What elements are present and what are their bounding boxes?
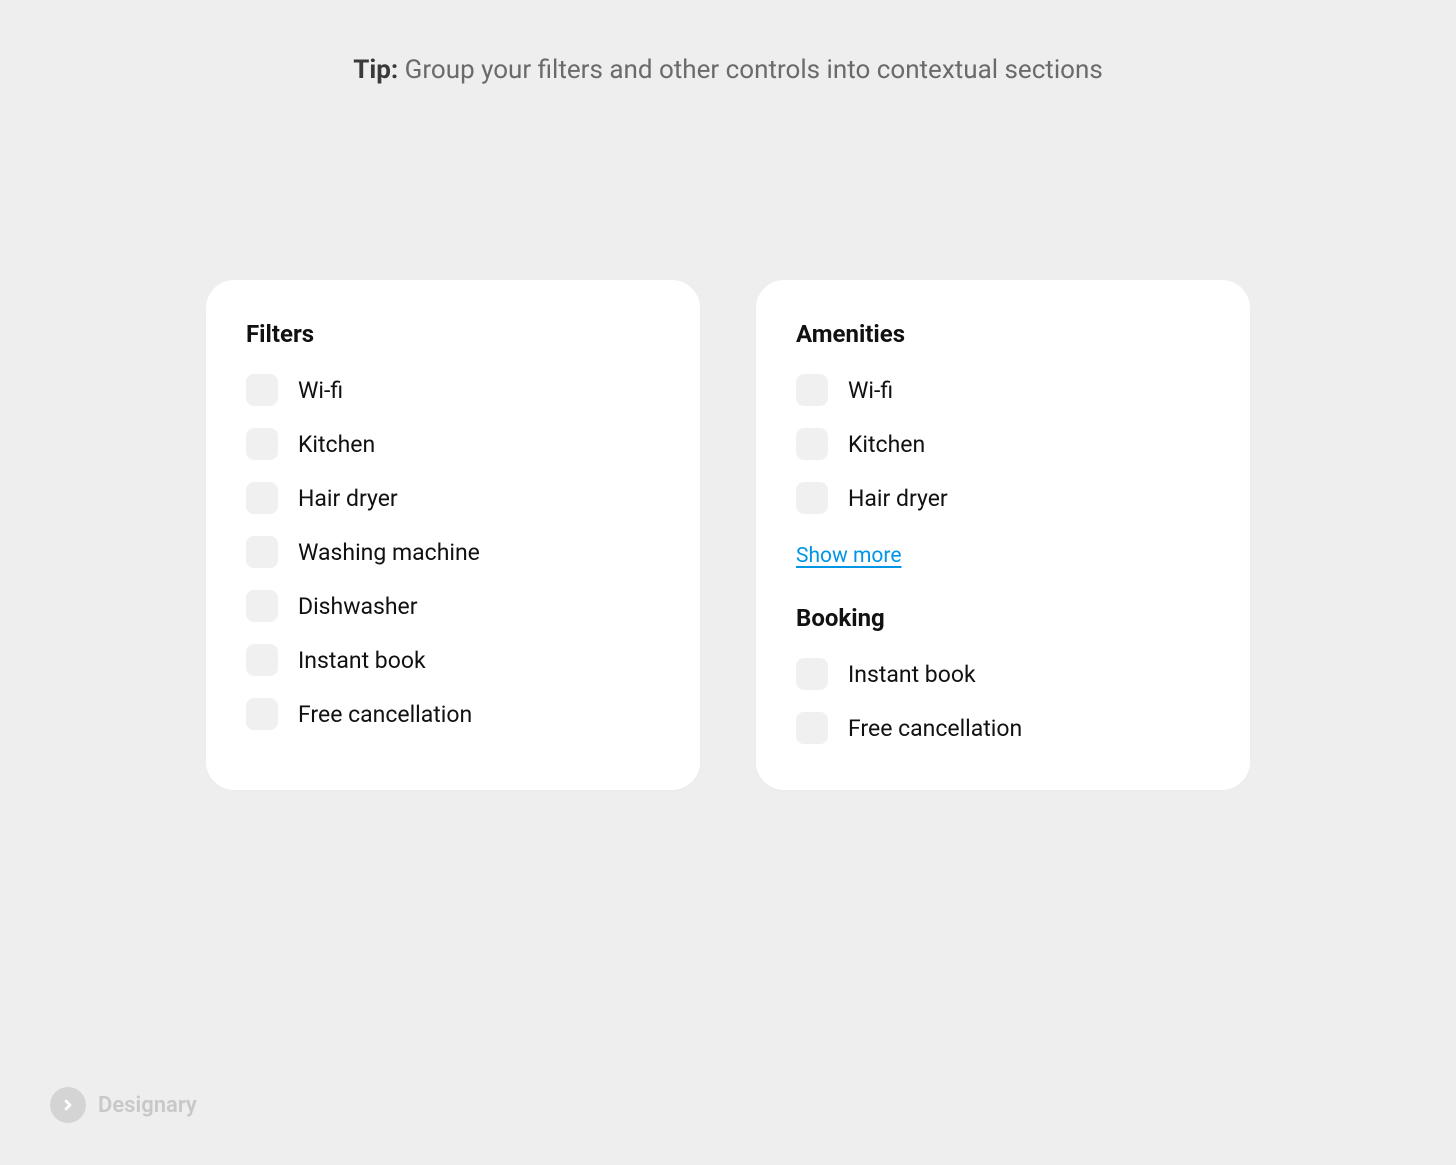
tip-prefix: Tip: <box>353 55 398 85</box>
amenity-row-hairdryer[interactable]: Hair dryer <box>796 482 1210 514</box>
checkbox-icon[interactable] <box>246 536 278 568</box>
booking-row-instant[interactable]: Instant book <box>796 658 1210 690</box>
checkbox-icon[interactable] <box>796 482 828 514</box>
filter-row-instant[interactable]: Instant book <box>246 644 660 676</box>
checkbox-icon[interactable] <box>796 712 828 744</box>
checkbox-icon[interactable] <box>246 374 278 406</box>
checkbox-icon[interactable] <box>246 590 278 622</box>
checkbox-icon[interactable] <box>246 698 278 730</box>
amenity-row-kitchen[interactable]: Kitchen <box>796 428 1210 460</box>
filter-row-washing[interactable]: Washing machine <box>246 536 660 568</box>
checkbox-label: Hair dryer <box>298 485 398 512</box>
checkbox-label: Dishwasher <box>298 593 418 620</box>
show-more-link[interactable]: Show more <box>796 544 901 568</box>
checkbox-icon[interactable] <box>796 658 828 690</box>
filter-row-hairdryer[interactable]: Hair dryer <box>246 482 660 514</box>
checkbox-label: Free cancellation <box>848 715 1022 742</box>
filter-row-cancellation[interactable]: Free cancellation <box>246 698 660 730</box>
checkbox-label: Hair dryer <box>848 485 948 512</box>
filters-title: Filters <box>246 320 660 348</box>
filter-row-kitchen[interactable]: Kitchen <box>246 428 660 460</box>
amenity-row-wifi[interactable]: Wi-fi <box>796 374 1210 406</box>
checkbox-icon[interactable] <box>246 482 278 514</box>
checkbox-label: Wi-fi <box>848 377 893 404</box>
checkbox-icon[interactable] <box>246 644 278 676</box>
checkbox-icon[interactable] <box>796 374 828 406</box>
checkbox-label: Instant book <box>848 661 976 688</box>
checkbox-label: Instant book <box>298 647 426 674</box>
brand-name: Designary <box>98 1093 197 1118</box>
brand-logo-icon <box>50 1087 86 1123</box>
amenities-title: Amenities <box>796 320 1210 348</box>
filters-card: Filters Wi-fi Kitchen Hair dryer Washing… <box>206 280 700 790</box>
brand: Designary <box>50 1087 197 1123</box>
checkbox-label: Washing machine <box>298 539 480 566</box>
booking-row-cancellation[interactable]: Free cancellation <box>796 712 1210 744</box>
tip-header: Tip: Group your filters and other contro… <box>0 0 1456 85</box>
booking-title: Booking <box>796 604 1210 632</box>
filter-row-wifi[interactable]: Wi-fi <box>246 374 660 406</box>
cards-row: Filters Wi-fi Kitchen Hair dryer Washing… <box>0 280 1456 790</box>
grouped-card: Amenities Wi-fi Kitchen Hair dryer Show … <box>756 280 1250 790</box>
checkbox-label: Kitchen <box>848 431 925 458</box>
checkbox-icon[interactable] <box>796 428 828 460</box>
checkbox-label: Kitchen <box>298 431 375 458</box>
checkbox-label: Free cancellation <box>298 701 472 728</box>
checkbox-icon[interactable] <box>246 428 278 460</box>
checkbox-label: Wi-fi <box>298 377 343 404</box>
filter-row-dishwasher[interactable]: Dishwasher <box>246 590 660 622</box>
tip-text: Group your filters and other controls in… <box>405 55 1103 85</box>
